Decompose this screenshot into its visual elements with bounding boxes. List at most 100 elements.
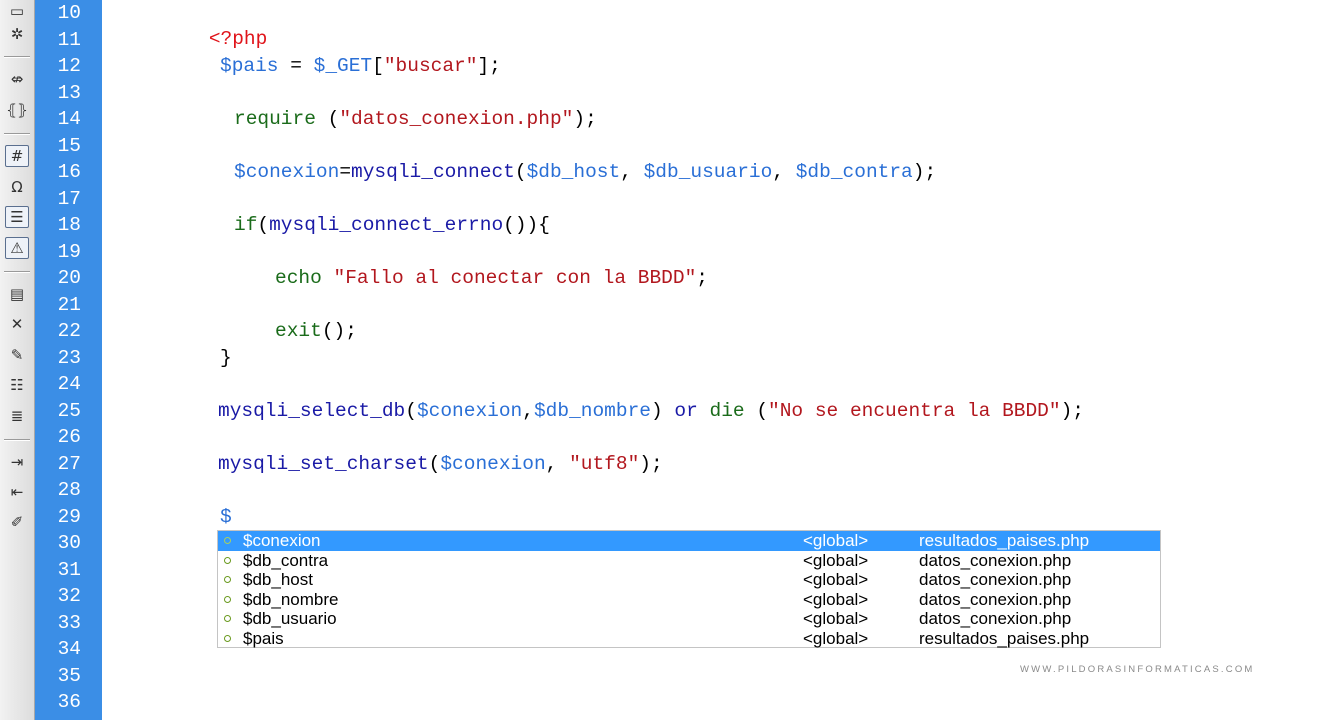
line-number: 17 [57, 187, 81, 210]
variable-icon [224, 576, 231, 584]
collapse-icon[interactable]: ▭ [5, 0, 29, 22]
code-hint-item[interactable]: $conexion <global> resultados_paises.php [218, 531, 1160, 551]
line-number: 33 [57, 611, 81, 634]
hint-name: $db_contra [243, 550, 329, 570]
word-wrap-icon[interactable]: ☰ [5, 206, 29, 228]
hint-name: $conexion [243, 531, 321, 550]
variable-icon [224, 537, 231, 544]
expand-icon[interactable]: ✲ [5, 23, 29, 45]
code-hint-item[interactable]: $pais <global> resultados_paises.php [218, 629, 1160, 649]
code-token: "Fallo al conectar con la BBDD" [333, 267, 697, 289]
hint-file: datos_conexion.php [919, 589, 1072, 609]
code-token: "datos_conexion.php" [339, 108, 574, 130]
code-token: ( [327, 108, 340, 130]
code-token: $conexion [440, 452, 546, 475]
code-token: , [772, 161, 796, 183]
code-token: ) [651, 399, 675, 422]
code-line-29[interactable]: $ [220, 504, 232, 530]
line-number: 21 [57, 293, 81, 316]
code-token: ); [912, 161, 937, 183]
code-token: if [234, 214, 258, 236]
code-token: mysqli_connect [351, 161, 515, 183]
line-number: 36 [57, 691, 81, 713]
line-number: 35 [57, 664, 81, 687]
code-token: "No se encuentra la BBDD" [768, 399, 1061, 422]
line-number: 34 [57, 638, 81, 660]
hint-name: $db_host [243, 570, 313, 590]
format-source-code-icon[interactable]: ✐ [5, 511, 29, 533]
move-css-icon[interactable]: ≣ [5, 405, 29, 427]
hint-scope: <global> [803, 550, 869, 570]
code-token: ); [1060, 399, 1084, 422]
code-token: = [278, 55, 314, 77]
line-number: 24 [57, 373, 81, 395]
recent-snippets-icon[interactable]: ☷ [5, 374, 29, 396]
code-token: ); [639, 452, 663, 475]
code-hint-item[interactable]: $db_usuario <global> datos_conexion.php [218, 609, 1160, 629]
balance-braces-icon[interactable]: ⦃⦄ [5, 99, 29, 121]
code-token: ()){ [503, 214, 550, 236]
code-token: ); [573, 108, 597, 130]
code-hint-item[interactable]: $db_contra <global> datos_conexion.php [218, 551, 1160, 571]
code-token: "utf8" [569, 452, 640, 475]
coding-toolbar: ▭ ✲ ⇎ ⦃⦄ # Ω ☰ ⚠ ▤ ✕ ✎ ☷ ≣ ⇥ ⇤ ✐ [0, 0, 35, 720]
line-numbers-icon[interactable]: # [5, 145, 29, 167]
outdent-code-icon[interactable]: ⇤ [5, 481, 29, 503]
remove-comment-icon[interactable]: ✕ [5, 313, 29, 335]
code-hint-popup[interactable]: $conexion <global> resultados_paises.php… [217, 530, 1161, 648]
code-token: ( [756, 399, 769, 422]
hint-file: resultados_paises.php [919, 629, 1090, 648]
select-parent-tag-icon[interactable]: ⇎ [5, 68, 29, 90]
hint-scope: <global> [803, 570, 869, 590]
line-number: 13 [57, 81, 81, 104]
hint-name: $db_usuario [243, 609, 337, 629]
highlight-invalid-code-icon[interactable]: Ω [5, 176, 29, 198]
code-hint-item[interactable]: $db_nombre <global> datos_conexion.php [218, 590, 1160, 610]
line-number: 18 [57, 214, 81, 236]
code-token: ( [257, 214, 270, 236]
line-number: 27 [57, 452, 81, 475]
syntax-error-alerts-icon[interactable]: ⚠ [5, 237, 29, 259]
code-token: = [339, 161, 352, 183]
line-number: 32 [57, 585, 81, 607]
hint-file: datos_conexion.php [919, 570, 1072, 590]
code-token: $db_contra [795, 161, 913, 183]
line-number-gutter: 10 11 12 13 14 15 16 17 18 19 20 21 22 2… [35, 0, 102, 720]
code-token: (); [321, 320, 357, 342]
code-token: ]; [477, 55, 501, 77]
hint-name: $pais [243, 629, 284, 648]
code-hint-item[interactable]: $db_host <global> datos_conexion.php [218, 570, 1160, 590]
code-line-16: $conexion=mysqli_connect($db_host, $db_u… [234, 159, 936, 185]
line-number: 14 [57, 108, 81, 130]
line-number: 23 [57, 346, 81, 369]
code-token: , [522, 399, 534, 422]
hint-scope: <global> [803, 589, 869, 609]
code-token: [ [372, 55, 384, 77]
code-line-22: exit(); [275, 318, 357, 344]
code-line-18: if(mysqli_connect_errno()){ [234, 212, 550, 238]
code-token: $db_nombre [533, 399, 651, 422]
hint-file: datos_conexion.php [919, 609, 1072, 629]
hint-scope: <global> [803, 629, 869, 648]
line-number: 31 [57, 558, 81, 581]
hint-name: $db_nombre [243, 589, 339, 609]
apply-comment-icon[interactable]: ▤ [5, 283, 29, 305]
code-token: $ [220, 505, 232, 528]
code-token: mysqli_set_charset [218, 452, 429, 475]
code-token: ; [696, 267, 708, 289]
line-number: 22 [57, 320, 81, 342]
code-token: mysqli_connect_errno [269, 214, 504, 236]
code-token: } [220, 346, 232, 369]
line-number: 19 [57, 240, 81, 263]
code-token: ( [405, 399, 417, 422]
code-token: $db_usuario [643, 161, 773, 183]
code-token: exit [275, 320, 322, 342]
hint-file: datos_conexion.php [919, 550, 1072, 570]
code-line-12: $pais = $_GET["buscar"]; [220, 53, 501, 79]
toolbar-separator [4, 439, 30, 441]
wrap-tag-icon[interactable]: ✎ [5, 344, 29, 366]
indent-code-icon[interactable]: ⇥ [5, 451, 29, 473]
line-number: 25 [57, 399, 81, 422]
line-number: 16 [57, 161, 81, 183]
code-token: or [674, 399, 710, 422]
